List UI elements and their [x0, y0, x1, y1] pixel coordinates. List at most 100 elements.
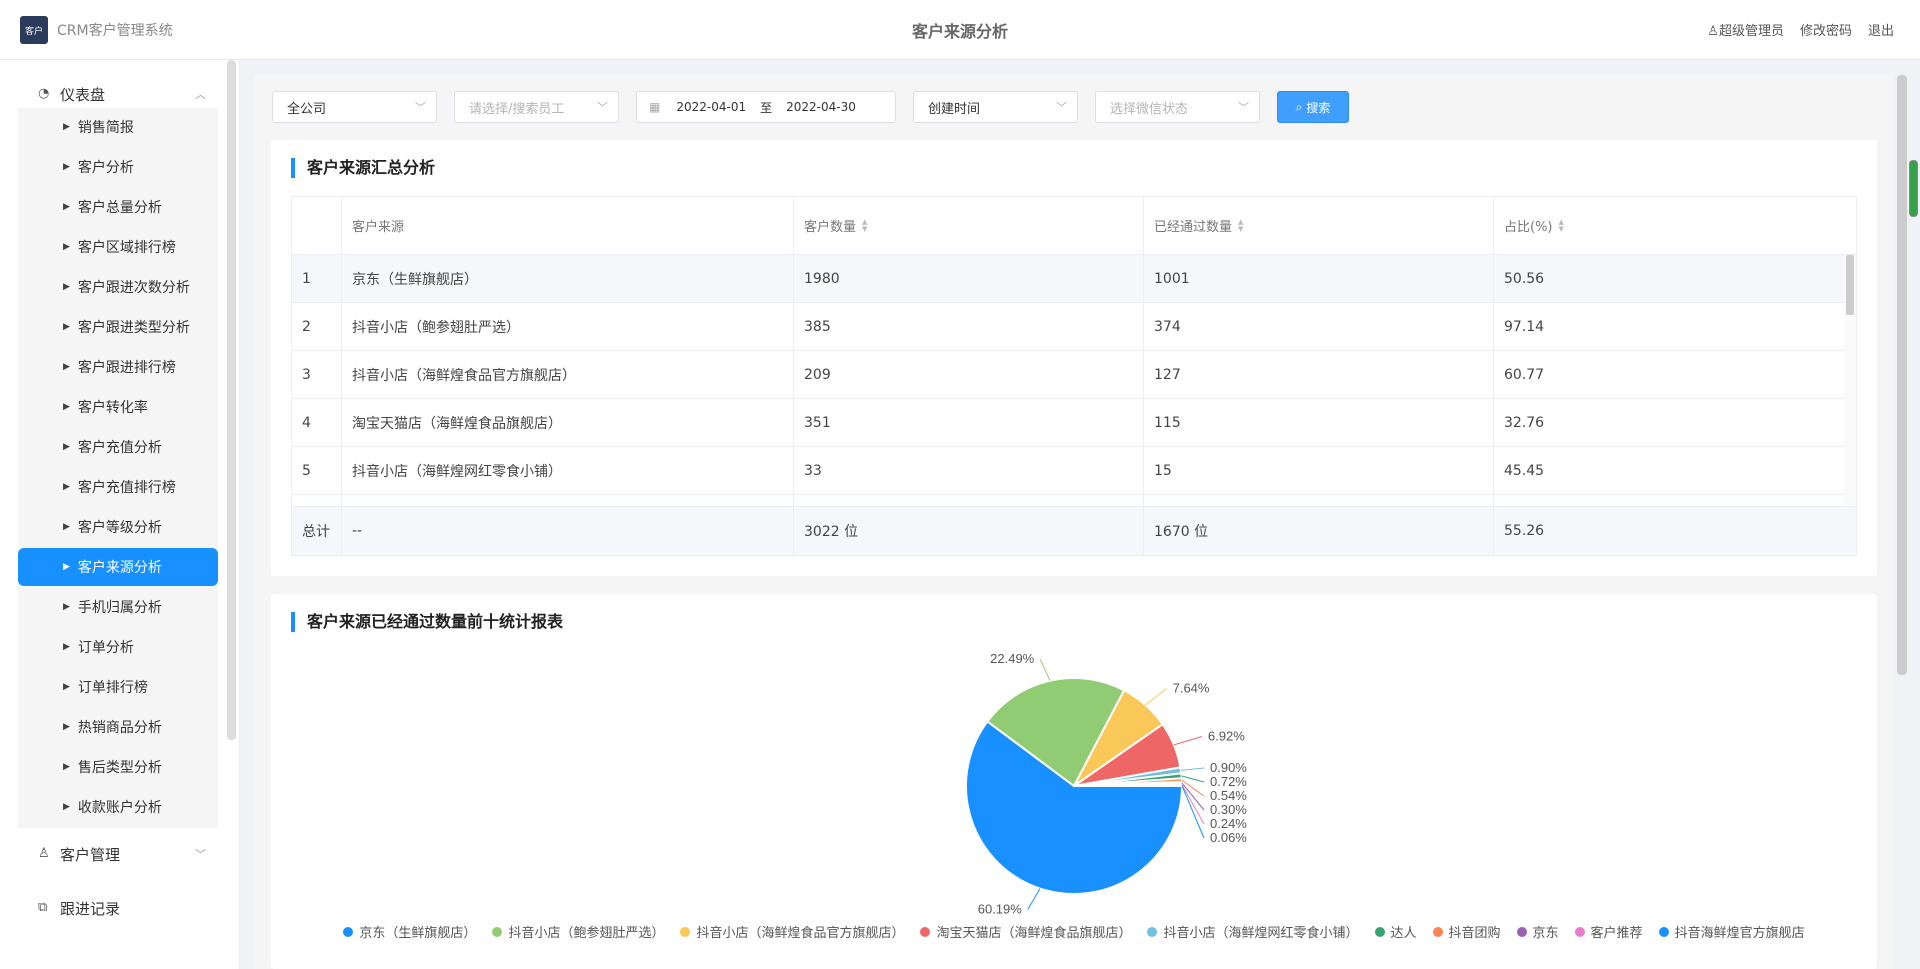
legend-dot: [920, 926, 931, 937]
sidebar-item-level[interactable]: ▶ 客户等级分析: [18, 508, 218, 546]
total-ratio: 55.26: [1504, 523, 1545, 539]
cell-passed: 374: [1144, 303, 1494, 350]
change-password-link[interactable]: 修改密码: [1800, 20, 1852, 39]
cell-passed: 1001: [1144, 255, 1494, 302]
col-passed-header[interactable]: 已经通过数量 ▲ ▼: [1144, 197, 1494, 254]
cell-count: 351: [794, 399, 1144, 446]
time-type-value: 创建时间: [928, 101, 981, 117]
col-ratio-header[interactable]: 占比(%) ▲ ▼: [1494, 197, 1844, 254]
user-icon: ♙: [1707, 24, 1719, 39]
total-source: --: [342, 507, 794, 555]
menu-follow-records[interactable]: ⧉ 跟进记录: [18, 890, 218, 926]
sidebar-item-recharge[interactable]: ▶ 客户充值分析: [18, 428, 218, 466]
legend-item[interactable]: 抖音小店（鲍参翅肚严选）: [492, 922, 664, 941]
table-scrollbar[interactable]: [1844, 255, 1856, 505]
sidebar-item-label: 客户转化率: [77, 400, 148, 416]
table-row[interactable]: 5 抖音小店（海鲜煌网红零食小铺） 33 15 45.45: [292, 447, 1856, 495]
date-range-picker[interactable]: ▦ 2022-04-01 至 2022-04-30: [636, 91, 896, 123]
legend-dot: [1574, 926, 1585, 937]
legend-dot: [680, 926, 691, 937]
pie-label-line: [1145, 688, 1167, 706]
chevron-down-icon: ﹀: [195, 848, 206, 861]
search-button[interactable]: ⌕ 搜索: [1277, 91, 1349, 123]
legend-label: 抖音海鲜煌官方旗舰店: [1674, 926, 1805, 941]
sort-icon[interactable]: ▲ ▼: [862, 218, 867, 233]
pie-label-line: [1181, 782, 1205, 811]
caret-right-icon: ▶: [63, 202, 70, 212]
sidebar-scrollbar[interactable]: [227, 60, 236, 740]
sidebar-item-label: 热销商品分析: [77, 720, 162, 736]
sidebar-item-customer-analysis[interactable]: ▶ 客户分析: [18, 148, 218, 186]
sidebar-item-payment-account[interactable]: ▶ 收款账户分析: [18, 788, 218, 826]
wechat-status-select[interactable]: 选择微信状态 ﹀: [1095, 91, 1260, 123]
total-passed: 1670 位: [1144, 507, 1494, 555]
legend-item[interactable]: 抖音小店（海鲜煌食品官方旗舰店）: [680, 922, 904, 941]
legend-label: 淘宝天猫店（海鲜煌食品旗舰店）: [936, 926, 1132, 941]
caret-right-icon: ▶: [63, 402, 70, 412]
pie-label: 0.72%: [1210, 774, 1247, 789]
date-end[interactable]: 2022-04-30: [786, 100, 856, 114]
col-count-header[interactable]: 客户数量 ▲ ▼: [794, 197, 1144, 254]
caret-right-icon: ▶: [63, 162, 70, 172]
legend-dot: [1658, 926, 1669, 937]
menu-customer-mgmt[interactable]: ♙ 客户管理 ﹀: [18, 836, 218, 872]
page-scrollbar[interactable]: [1909, 160, 1918, 217]
sidebar-item-sales-brief[interactable]: ▶ 销售简报: [18, 108, 218, 146]
user-icon: ♙: [38, 846, 50, 861]
legend-item[interactable]: 抖音小店（海鲜煌网红零食小铺）: [1147, 922, 1359, 941]
legend-item[interactable]: 客户推荐: [1574, 922, 1643, 941]
legend-item[interactable]: 淘宝天猫店（海鲜煌食品旗舰店）: [920, 922, 1131, 941]
pie-label: 0.90%: [1210, 760, 1247, 775]
cell-index: 1: [292, 255, 342, 302]
sidebar-item-source-analysis[interactable]: ▶ 客户来源分析: [18, 548, 218, 586]
cell-source: 京东（生鲜旗舰店）: [342, 255, 794, 302]
table-row[interactable]: 1 京东（生鲜旗舰店） 1980 1001 50.56: [292, 255, 1856, 303]
pie-label-line: [1173, 735, 1203, 746]
cell-index: 4: [292, 399, 342, 446]
sidebar-item-label: 手机归属分析: [77, 600, 162, 616]
sidebar-item-followup-type[interactable]: ▶ 客户跟进类型分析: [18, 308, 218, 346]
user-menu[interactable]: ♙超级管理员: [1707, 20, 1784, 39]
sidebar-item-hot-products[interactable]: ▶ 热销商品分析: [18, 708, 218, 746]
sidebar-item-conversion[interactable]: ▶ 客户转化率: [18, 388, 218, 426]
legend-item[interactable]: 抖音海鲜煌官方旗舰店: [1658, 922, 1805, 941]
company-select[interactable]: 全公司 ﹀: [272, 91, 437, 123]
sidebar-item-region-rank[interactable]: ▶ 客户区域排行榜: [18, 228, 218, 266]
date-start[interactable]: 2022-04-01: [676, 100, 746, 114]
table-scroll-thumb[interactable]: [1846, 255, 1854, 315]
pie-label: 22.49%: [990, 651, 1035, 666]
caret-right-icon: ▶: [63, 522, 70, 532]
summary-title: 客户来源汇总分析: [291, 158, 435, 178]
sidebar-item-followup-rank[interactable]: ▶ 客户跟进排行榜: [18, 348, 218, 386]
chevron-down-icon: ﹀: [1056, 101, 1067, 114]
time-type-select[interactable]: 创建时间 ﹀: [913, 91, 1078, 123]
legend-label: 抖音小店（海鲜煌网红零食小铺）: [1163, 926, 1359, 941]
employee-select[interactable]: 请选择/搜索员工 ﹀: [454, 91, 619, 123]
sidebar-item-label: 客户来源分析: [77, 560, 162, 576]
sidebar-item-phone-location[interactable]: ▶ 手机归属分析: [18, 588, 218, 626]
table-row[interactable]: 3 抖音小店（海鲜煌食品官方旗舰店） 209 127 60.77: [292, 351, 1856, 399]
sidebar-item-order-rank[interactable]: ▶ 订单排行榜: [18, 668, 218, 706]
page-scroll-track: [1897, 75, 1907, 675]
sidebar-item-followup-count[interactable]: ▶ 客户跟进次数分析: [18, 268, 218, 306]
menu-dashboard[interactable]: ◔ 仪表盘 ︿: [18, 76, 218, 112]
legend-item[interactable]: 达人: [1374, 922, 1417, 941]
legend-item[interactable]: 京东: [1516, 922, 1559, 941]
legend-item[interactable]: 京东（生鲜旗舰店）: [343, 922, 476, 941]
caret-right-icon: ▶: [63, 322, 70, 332]
pie-label-line: [1180, 767, 1205, 771]
sort-icon[interactable]: ▲ ▼: [1559, 218, 1564, 233]
caret-right-icon: ▶: [63, 122, 70, 132]
sidebar-item-aftersale-type[interactable]: ▶ 售后类型分析: [18, 748, 218, 786]
pie-chart: 60.19% 22.49% 7.64% 6.92% 0.90%0.72%0.54%0.3…: [965, 651, 1247, 914]
sidebar-item-order-analysis[interactable]: ▶ 订单分析: [18, 628, 218, 666]
table-row[interactable]: 4 淘宝天猫店（海鲜煌食品旗舰店） 351 115 32.76: [292, 399, 1856, 447]
chevron-down-icon: ﹀: [415, 101, 426, 114]
sidebar-item-recharge-rank[interactable]: ▶ 客户充值排行榜: [18, 468, 218, 506]
sort-icon[interactable]: ▲ ▼: [1238, 218, 1243, 233]
sidebar-item-customer-total[interactable]: ▶ 客户总量分析: [18, 188, 218, 226]
legend-item[interactable]: 抖音团购: [1432, 922, 1501, 941]
logout-link[interactable]: 退出: [1868, 20, 1894, 39]
search-button-label: 搜索: [1306, 100, 1331, 115]
table-row[interactable]: 2 抖音小店（鲍参翅肚严选） 385 374 97.14: [292, 303, 1856, 351]
